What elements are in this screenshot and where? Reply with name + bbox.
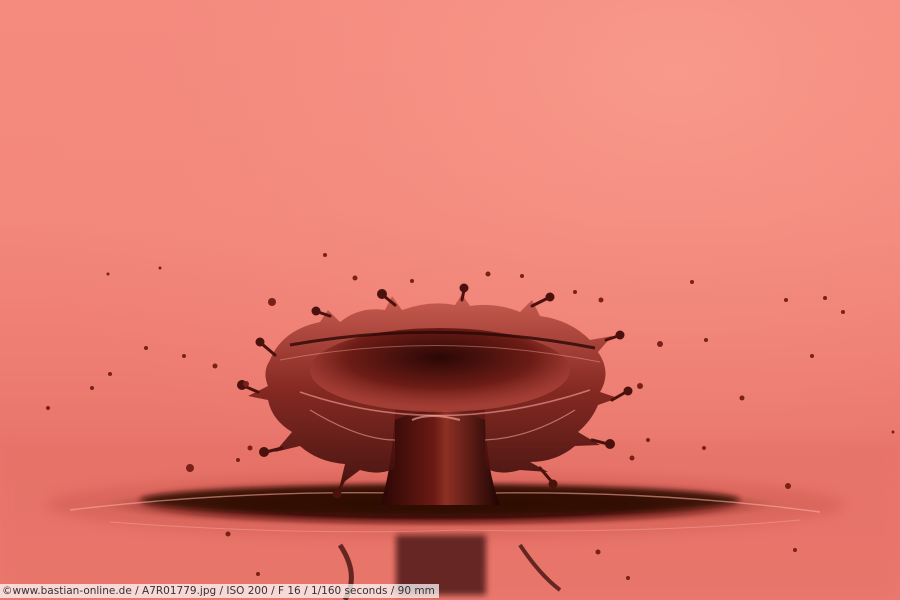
splash-illustration [0,0,900,600]
splash-column [380,410,500,505]
splash-photo: ©www.bastian-online.de / A7R01779.jpg / … [0,0,900,600]
photo-caption: ©www.bastian-online.de / A7R01779.jpg / … [0,584,439,598]
